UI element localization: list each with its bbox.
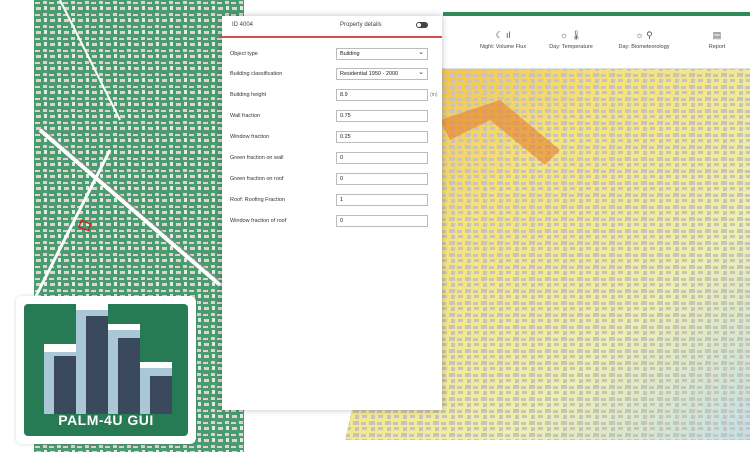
property-details-toggle[interactable]	[416, 22, 428, 28]
window-fraction-input[interactable]: 0.25	[336, 131, 428, 143]
building-classification-label: Building classification	[230, 71, 283, 77]
report-label: Report	[708, 44, 726, 50]
prop-row-window-fraction: Window fraction 0.25	[230, 131, 434, 145]
moon-bar-icon: ☾ ıl	[495, 30, 511, 40]
report-button[interactable]: ▤ Report	[695, 16, 739, 68]
window-fraction-roof-input[interactable]: 0	[336, 215, 428, 227]
analysis-toolbar: ☾ ıl Night: Volume Flux ☼ 🌡 Day: Tempera…	[443, 16, 750, 69]
window-fraction-roof-label: Window fraction of roof	[230, 218, 287, 224]
building-height-input[interactable]: 8.9	[336, 89, 428, 101]
building-height-label: Building height	[230, 92, 267, 98]
prop-row-green-fraction-roof: Green fraction on roof 0	[230, 173, 434, 187]
prop-row-window-fraction-roof: Window fraction of roof 0	[230, 215, 434, 229]
palm-4u-logo: PALM-4U GUI	[16, 296, 196, 444]
prop-row-object-type: Object type Building	[230, 48, 434, 62]
day-temperature-label: Day: Temperature	[549, 44, 593, 50]
logo-text: PALM-4U GUI	[58, 412, 154, 428]
prop-row-building-height: Building height 8.9 (m)	[230, 89, 438, 103]
report-icon: ▤	[712, 30, 722, 40]
day-biometeorology-label: Day: Biometeorology	[618, 44, 670, 50]
green-fraction-wall-label: Green fraction on wall	[230, 155, 284, 161]
building-classification-select[interactable]: Residential 1950 - 2000	[336, 68, 428, 80]
object-type-select[interactable]: Building	[336, 48, 428, 60]
night-volume-flux-label: Night: Volume Flux	[479, 44, 527, 50]
prop-row-roofing-fraction: Roof: Roofing Fraction 1	[230, 194, 434, 208]
day-temperature-button[interactable]: ☼ 🌡 Day: Temperature	[541, 16, 601, 68]
panel-title: Property details	[340, 22, 382, 28]
sun-thermometer-icon: ☼ 🌡	[559, 30, 583, 40]
object-id: ID 4004	[232, 22, 254, 28]
green-fraction-roof-label: Green fraction on roof	[230, 176, 284, 182]
prop-row-building-classification: Building classification Residential 1950…	[230, 68, 434, 82]
object-type-label: Object type	[230, 51, 258, 57]
roofing-fraction-label: Roof: Roofing Fraction	[230, 197, 286, 203]
property-details-panel: ID 4004 Property details Object type Bui…	[222, 16, 442, 410]
wall-fraction-label: Wall fraction	[230, 113, 261, 119]
building-height-unit: (m)	[430, 92, 438, 98]
window-fraction-label: Window fraction	[230, 134, 270, 140]
day-biometeorology-button[interactable]: ☼ ⚲ Day: Biometeorology	[609, 16, 679, 68]
green-fraction-roof-input[interactable]: 0	[336, 173, 428, 185]
prop-row-wall-fraction: Wall fraction 0.75	[230, 110, 434, 124]
prop-row-green-fraction-wall: Green fraction on wall 0	[230, 152, 434, 166]
night-volume-flux-button[interactable]: ☾ ıl Night: Volume Flux	[473, 16, 533, 68]
green-fraction-wall-input[interactable]: 0	[336, 152, 428, 164]
sun-person-icon: ☼ ⚲	[635, 30, 653, 40]
screenshot-stage: ☾ ıl Night: Volume Flux ☼ 🌡 Day: Tempera…	[0, 0, 750, 452]
wall-fraction-input[interactable]: 0.75	[336, 110, 428, 122]
panel-header: ID 4004 Property details	[222, 16, 442, 38]
roofing-fraction-input[interactable]: 1	[336, 194, 428, 206]
